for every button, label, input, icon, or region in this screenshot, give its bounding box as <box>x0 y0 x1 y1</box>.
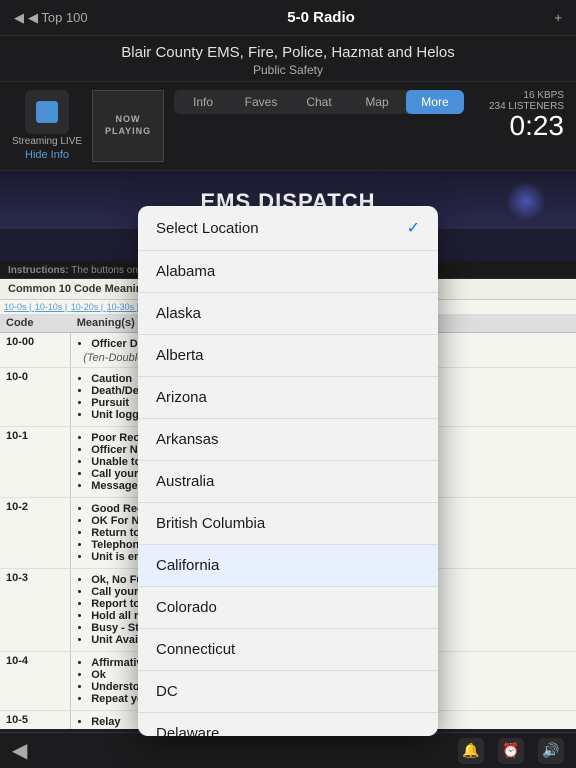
code-cell: 10-1 <box>0 427 71 498</box>
sleep-timer-icon-button[interactable]: ⏰ <box>498 738 524 764</box>
player-middle-section: InfoFavesChatMapMore <box>174 90 464 120</box>
code-cell: 10-0 <box>0 368 71 427</box>
back-button[interactable]: ◀ <box>12 738 27 763</box>
dropdown-item-label: Colorado <box>156 599 217 616</box>
dropdown-item-label: Alberta <box>156 347 204 364</box>
dropdown-item-delaware[interactable]: Delaware <box>138 713 438 736</box>
dropdown-item-dc[interactable]: DC <box>138 671 438 713</box>
dropdown-item-california[interactable]: California <box>138 545 438 587</box>
code-link-10-0s[interactable]: 10-0s | <box>4 302 34 312</box>
code-cell: 10-3 <box>0 569 71 652</box>
stream-icon-inner <box>36 101 58 123</box>
code-link-10-10s[interactable]: 10-10s | <box>35 302 70 312</box>
dropdown-item-label: Arizona <box>156 389 207 406</box>
dropdown-item-label: DC <box>156 683 178 700</box>
dropdown-item-label: Select Location <box>156 220 259 237</box>
dropdown-item-alberta[interactable]: Alberta <box>138 335 438 377</box>
dropdown-item-select-location[interactable]: Select Location ✓ <box>138 206 438 251</box>
now-playing-text: NOWPLAYING <box>105 114 151 137</box>
stream-icon <box>25 90 69 134</box>
channel-title: Blair County EMS, Fire, Police, Hazmat a… <box>10 44 566 61</box>
dropdown-item-label: British Columbia <box>156 515 265 532</box>
location-dropdown[interactable]: Select Location ✓ Alabama Alaska Alberta Ariz… <box>138 206 438 736</box>
code-column-header: Code <box>0 314 71 333</box>
player-left-section: Streaming LIVE Hide Info <box>12 90 82 161</box>
bottom-icons: 🔔 ⏰ 🔊 <box>458 738 564 764</box>
checkmark-icon: ✓ <box>407 218 420 238</box>
dropdown-item-australia[interactable]: Australia <box>138 461 438 503</box>
streaming-label: Streaming LIVE <box>12 136 82 147</box>
tab-faves[interactable]: Faves <box>232 90 290 114</box>
top-bar: ◀ ◀ Top 100 5-0 Radio + <box>0 0 576 36</box>
dropdown-item-arizona[interactable]: Arizona <box>138 377 438 419</box>
kbps-label: 16 KBPS <box>474 90 564 101</box>
dropdown-item-label: California <box>156 557 219 574</box>
add-button[interactable]: + <box>554 10 562 25</box>
dropdown-item-label: Alaska <box>156 305 201 322</box>
tab-info[interactable]: Info <box>174 90 232 114</box>
tab-map[interactable]: Map <box>348 90 406 114</box>
code-cell: 10-00 <box>0 333 71 368</box>
dropdown-item-colorado[interactable]: Colorado <box>138 587 438 629</box>
dropdown-item-label: Delaware <box>156 725 219 736</box>
elapsed-time: 0:23 <box>474 112 564 140</box>
app-title: 5-0 Radio <box>287 9 355 26</box>
code-link-10-30s[interactable]: 10-30s | <box>107 302 142 312</box>
dropdown-item-label: Arkansas <box>156 431 219 448</box>
now-playing-box: NOWPLAYING <box>92 90 164 162</box>
volume-icon-button[interactable]: 🔊 <box>538 738 564 764</box>
dispatch-glow <box>506 181 546 221</box>
tab-more[interactable]: More <box>406 90 464 114</box>
code-cell: 10-2 <box>0 498 71 569</box>
stats-area: 16 KBPS 234 LISTENERS 0:23 <box>474 90 564 140</box>
dropdown-item-connecticut[interactable]: Connecticut <box>138 629 438 671</box>
channel-subtitle: Public Safety <box>10 63 566 77</box>
instructions-label: Instructions: <box>8 265 69 276</box>
code-cell: 10-4 <box>0 652 71 711</box>
dropdown-item-label: Australia <box>156 473 214 490</box>
dropdown-item-alaska[interactable]: Alaska <box>138 293 438 335</box>
dropdown-item-british-columbia[interactable]: British Columbia <box>138 503 438 545</box>
bottom-bar: ◀ 🔔 ⏰ 🔊 <box>0 732 576 768</box>
tab-chat[interactable]: Chat <box>290 90 348 114</box>
hide-info-button[interactable]: Hide Info <box>25 149 69 161</box>
back-arrow-icon: ◀ <box>14 10 24 26</box>
player-row: Streaming LIVE Hide Info NOWPLAYING Info… <box>0 82 576 171</box>
alarm-icon-button[interactable]: 🔔 <box>458 738 484 764</box>
top-100-button[interactable]: ◀ ◀ Top 100 <box>14 10 88 26</box>
code-cell: 10-5 <box>0 711 71 730</box>
channel-header: Blair County EMS, Fire, Police, Hazmat a… <box>0 36 576 82</box>
dropdown-item-label: Connecticut <box>156 641 235 658</box>
tabs-row: InfoFavesChatMapMore <box>174 90 464 114</box>
code-link-10-20s[interactable]: 10-20s | <box>71 302 106 312</box>
dropdown-item-alabama[interactable]: Alabama <box>138 251 438 293</box>
dropdown-item-arkansas[interactable]: Arkansas <box>138 419 438 461</box>
dropdown-item-label: Alabama <box>156 263 215 280</box>
